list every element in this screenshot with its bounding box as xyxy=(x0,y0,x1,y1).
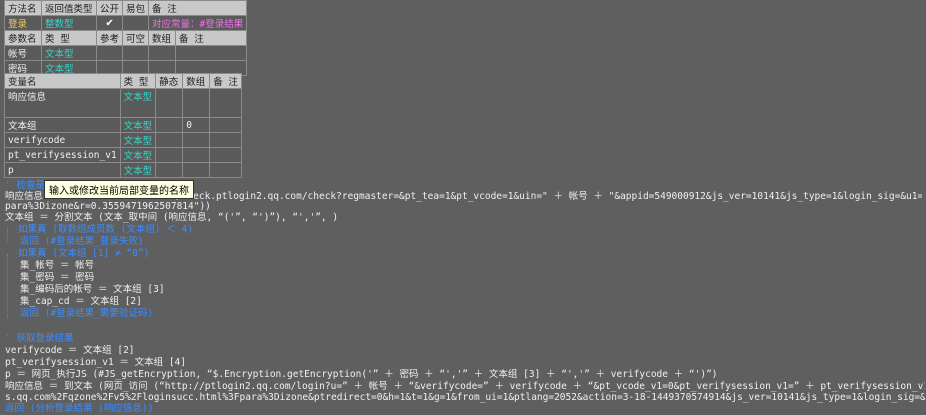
code-line[interactable]: 集_cap_cd ＝ 文本组 [2] xyxy=(20,296,142,308)
var-note-cell[interactable] xyxy=(209,147,242,163)
if-block-guide xyxy=(7,228,8,242)
col-header-note: 备 注 xyxy=(148,0,248,16)
param-name-cell[interactable]: 帐号 xyxy=(4,45,42,61)
var-type-cell[interactable]: 文本型 xyxy=(119,132,157,148)
var-type-cell[interactable]: 文本型 xyxy=(119,162,157,178)
if-block-guide xyxy=(7,254,8,318)
var-type-cell[interactable]: 文本型 xyxy=(119,88,157,118)
param-header-array: 数组 xyxy=(148,30,177,46)
var-name-cell[interactable]: p xyxy=(4,162,121,178)
param-header-type: 类 型 xyxy=(41,30,97,46)
var-static-cell[interactable] xyxy=(155,88,184,118)
var-note-cell[interactable] xyxy=(209,88,242,118)
param-header-note: 备 注 xyxy=(175,30,248,46)
var-row[interactable]: verifycode 文本型 xyxy=(4,132,242,148)
col-header-pkg: 易包 xyxy=(122,0,150,16)
var-type-cell[interactable]: 文本型 xyxy=(119,117,157,133)
param-ref-cell[interactable] xyxy=(95,45,124,61)
var-array-cell[interactable] xyxy=(182,132,211,148)
col-header-name: 方法名 xyxy=(4,0,42,16)
code-line[interactable]: 文本组 ＝ 分割文本 (文本_取中间 (响应信息, “('”, “')”), “… xyxy=(5,212,338,224)
var-name-cell[interactable]: 文本组 xyxy=(4,117,121,133)
var-row[interactable]: 文本组 文本型 0 xyxy=(4,117,242,133)
code-line-if[interactable]: 如果真 (文本组 [1] ≠ “0”) xyxy=(18,248,149,260)
code-line[interactable]: pt_verifysession_v1 ＝ 文本组 [4] xyxy=(5,357,186,369)
param-header-nullable: 可空 xyxy=(122,30,150,46)
col-header-return-type: 返回值类型 xyxy=(41,0,97,16)
sub-pkg-cell[interactable] xyxy=(122,15,150,31)
var-name-cell[interactable]: verifycode xyxy=(4,132,121,148)
var-static-cell[interactable] xyxy=(155,147,184,163)
code-line[interactable]: 集_密码 ＝ 密码 xyxy=(20,272,94,284)
param-note-cell[interactable] xyxy=(175,45,248,61)
param-row[interactable]: 帐号 文本型 xyxy=(4,45,248,61)
var-header-type: 类 型 xyxy=(119,73,157,89)
code-line[interactable]: verifycode ＝ 文本组 [2] xyxy=(5,345,135,357)
var-type-cell[interactable]: 文本型 xyxy=(119,147,157,163)
var-static-cell[interactable] xyxy=(155,162,184,178)
variable-name-tooltip: 输入或修改当前局部变量的名称 xyxy=(44,180,194,199)
code-line-return[interactable]: 返回 (#登录结果_需要验证码) xyxy=(20,308,153,320)
code-line-return[interactable]: 返回 (#登录结果_登录失败) xyxy=(20,236,144,248)
param-array-cell[interactable] xyxy=(148,45,177,61)
local-variable-table: 变量名 类 型 静态 数组 备 注 响应信息 文本型 文本组 文本型 0 ver… xyxy=(4,73,242,178)
var-note-cell[interactable] xyxy=(209,162,242,178)
param-nullable-cell[interactable] xyxy=(122,45,150,61)
var-array-cell[interactable] xyxy=(182,88,211,118)
code-line[interactable]: 集_编码后的帐号 ＝ 文本组 [3] xyxy=(20,284,165,296)
var-row[interactable]: pt_verifysession_v1 文本型 xyxy=(4,147,242,163)
var-header-static: 静态 xyxy=(155,73,184,89)
sub-note-cell[interactable]: 对应常量：#登录结果 xyxy=(148,15,248,31)
code-line-comment[interactable]: ' 获取登录结果 xyxy=(5,333,73,345)
var-array-cell[interactable] xyxy=(182,147,211,163)
sub-name-cell[interactable]: 登录 xyxy=(4,15,42,31)
subroutine-table: 方法名 返回值类型 公开 易包 备 注 登录 整数型 ✔ 对应常量：#登录结果 … xyxy=(4,0,248,76)
var-note-cell[interactable] xyxy=(209,132,242,148)
col-header-public: 公开 xyxy=(95,0,124,16)
code-line-return[interactable]: 返回 (分析登录结果 (响应信息)) xyxy=(5,403,153,415)
param-type-cell[interactable]: 文本型 xyxy=(41,45,97,61)
var-row[interactable]: 响应信息 文本型 xyxy=(4,88,242,118)
var-name-cell[interactable]: pt_verifysession_v1 xyxy=(4,147,121,163)
var-static-cell[interactable] xyxy=(155,132,184,148)
code-line[interactable]: /check.ptlogin2.qq.com/check?regmaster=&… xyxy=(176,191,922,203)
checkmark-icon: ✔ xyxy=(105,17,114,29)
var-header-array: 数组 xyxy=(182,73,211,89)
code-line[interactable]: p ＝ 网页_执行JS (#JS_getEncryption, “$.Encry… xyxy=(5,369,718,381)
param-header-name: 参数名 xyxy=(4,30,42,46)
param-header-ref: 参考 xyxy=(95,30,124,46)
var-header-name: 变量名 xyxy=(4,73,121,89)
sub-public-checkbox[interactable]: ✔ xyxy=(95,15,124,31)
var-note-cell[interactable] xyxy=(209,117,242,133)
code-line[interactable]: 集_帐号 ＝ 帐号 xyxy=(20,260,94,272)
sub-return-type-cell[interactable]: 整数型 xyxy=(41,15,97,31)
code-line-if[interactable]: 如果真 (取数组成员数 (文本组) ＜ 4) xyxy=(18,224,193,236)
var-static-cell[interactable] xyxy=(155,117,184,133)
var-name-cell[interactable]: 响应信息 xyxy=(4,88,121,118)
var-header-note: 备 注 xyxy=(209,73,242,89)
var-row[interactable]: p 文本型 xyxy=(4,162,242,178)
var-array-cell[interactable]: 0 xyxy=(182,117,211,133)
var-array-cell[interactable] xyxy=(182,162,211,178)
